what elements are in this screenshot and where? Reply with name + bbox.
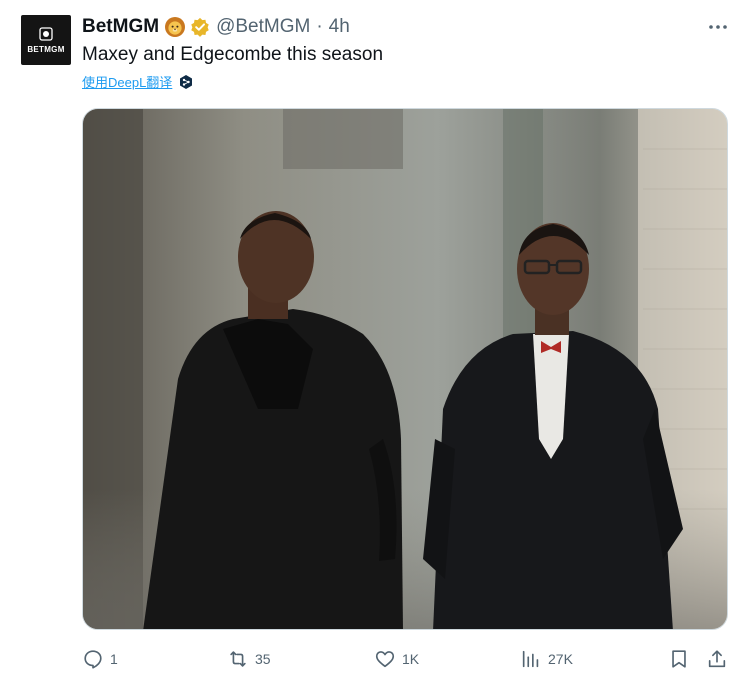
verified-gold-badge-icon <box>191 17 209 37</box>
tweet-actions: 1 35 1K 27K <box>0 645 754 673</box>
bookmark-icon <box>672 650 686 668</box>
betmgm-lion-logo-icon <box>39 27 53 41</box>
author-name[interactable]: BetMGM <box>82 16 159 38</box>
reply-icon <box>84 650 102 669</box>
translate-row: 使用DeepL翻译 <box>82 72 194 91</box>
tweet: BETMGM BetMGM @BetMGM · 4h Maxey and Edg… <box>0 0 754 684</box>
avatar-brand-text: BETMGM <box>27 45 65 54</box>
tweet-time[interactable]: 4h <box>329 16 350 38</box>
tweet-header: BetMGM @BetMGM · 4h <box>82 16 350 38</box>
views-count: 27K <box>548 651 573 667</box>
avatar[interactable]: BETMGM <box>21 15 71 65</box>
reply-button[interactable]: 1 <box>82 645 118 673</box>
retweet-button[interactable]: 35 <box>227 645 271 673</box>
tweet-text: Maxey and Edgecombe this season <box>82 44 384 65</box>
views-button[interactable]: 27K <box>520 645 573 673</box>
retweet-icon <box>230 651 246 667</box>
deepl-logo-icon <box>180 74 193 89</box>
retweet-count: 35 <box>255 651 271 667</box>
share-icon <box>708 650 726 668</box>
lion-face-icon <box>165 17 186 37</box>
like-button[interactable]: 1K <box>374 645 419 673</box>
heart-icon <box>375 651 395 668</box>
analytics-icon <box>522 650 539 668</box>
photo-two-men-walking <box>83 109 727 629</box>
tweet-photo[interactable] <box>82 108 728 630</box>
author-handle[interactable]: @BetMGM <box>216 16 310 38</box>
like-count: 1K <box>402 651 420 667</box>
bookmark-button[interactable] <box>668 645 690 673</box>
reply-count: 1 <box>110 651 118 667</box>
translate-link[interactable]: 使用DeepL翻译 <box>82 72 172 91</box>
more-options-icon[interactable] <box>707 16 729 38</box>
time-separator: · <box>316 16 323 37</box>
share-button[interactable] <box>706 645 728 673</box>
